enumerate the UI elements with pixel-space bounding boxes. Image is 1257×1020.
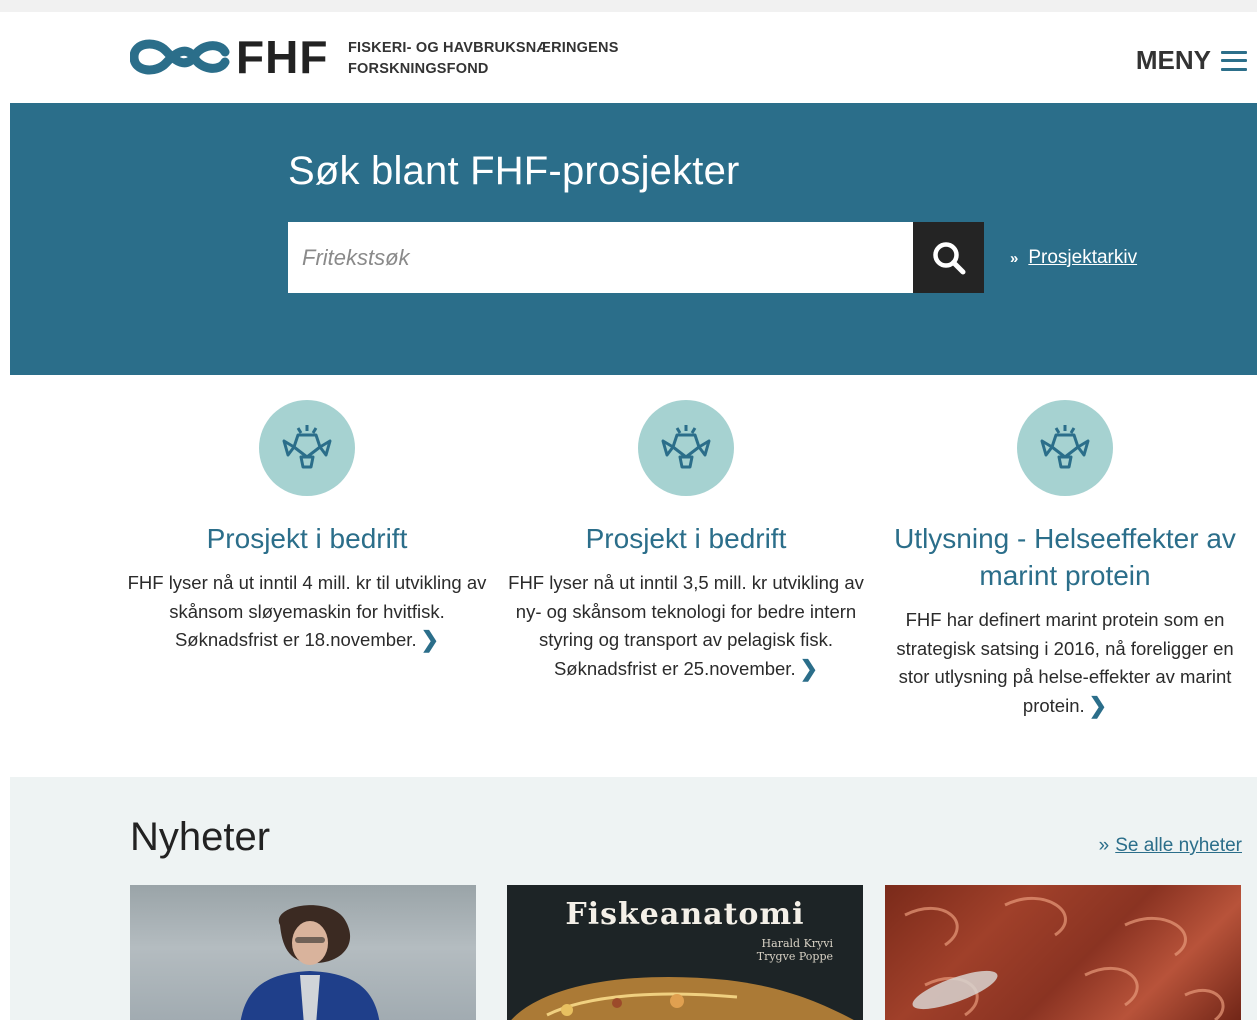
feature-card: Utlysning - Helseeffekter av marint prot… <box>884 375 1246 720</box>
see-all-news-wrap: » Se alle nyheter <box>1099 835 1242 857</box>
hamburger-icon <box>1221 50 1247 71</box>
fish-lightbulb-icon <box>259 400 355 496</box>
hero-search-section: Søk blant FHF-prosjekter » Prosjektarkiv <box>10 103 1257 375</box>
chevron-right-icon[interactable]: ❯ <box>421 626 439 655</box>
tagline-line-2: FORSKNINGSFOND <box>348 61 489 77</box>
fish-lightbulb-icon <box>638 400 734 496</box>
chevron-right-icon[interactable]: ❯ <box>1089 692 1107 721</box>
news-heading: Nyheter <box>130 815 271 859</box>
person-photo-image <box>240 905 380 1020</box>
site-header: FHF FISKERI- OG HAVBRUKSNÆRINGENS FORSKN… <box>10 12 1257 103</box>
logo-wordmark: FHF <box>236 31 329 83</box>
search-input[interactable] <box>288 222 913 293</box>
see-all-news-link[interactable]: Se alle nyheter <box>1115 835 1242 857</box>
double-chevron-right-icon: » <box>1098 835 1110 856</box>
feature-card: Prosjekt i bedrift FHF lyser nå ut innti… <box>127 375 487 655</box>
fhf-wave-logo-icon <box>130 39 230 75</box>
menu-label: MENY <box>1135 45 1211 75</box>
search-icon <box>932 241 965 274</box>
feature-text: FHF har definert marint protein som en s… <box>884 606 1246 720</box>
search-button[interactable] <box>913 222 984 293</box>
project-archive-link[interactable]: Prosjektarkiv <box>1028 247 1137 269</box>
feature-title[interactable]: Utlysning - Helseeffekter av marint prot… <box>884 520 1246 594</box>
page: FHF FISKERI- OG HAVBRUKSNÆRINGENS FORSKN… <box>10 12 1257 1020</box>
menu-button[interactable]: MENY <box>1136 45 1247 76</box>
tagline-line-1: FISKERI- OG HAVBRUKSNÆRINGENS <box>348 40 619 56</box>
news-card-image-person[interactable] <box>130 885 476 1020</box>
shrimp-photo-image <box>904 896 1225 1020</box>
news-card-book-cover[interactable]: Fiskeanatomi Harald Kryvi Trygve Poppe <box>507 885 863 1020</box>
feature-text: FHF lyser nå ut inntil 3,5 mill. kr utvi… <box>506 569 866 683</box>
feature-card: Prosjekt i bedrift FHF lyser nå ut innti… <box>506 375 866 683</box>
browser-top-strip <box>0 0 1257 12</box>
feature-title[interactable]: Prosjekt i bedrift <box>127 520 487 557</box>
feature-title[interactable]: Prosjekt i bedrift <box>506 520 866 557</box>
feature-text: FHF lyser nå ut inntil 4 mill. kr til ut… <box>127 569 487 655</box>
fish-illustration-image <box>511 977 854 1020</box>
features-section: Prosjekt i bedrift FHF lyser nå ut innti… <box>10 375 1257 775</box>
news-card-image-shrimp[interactable] <box>885 885 1241 1020</box>
news-section: Nyheter » Se alle nyheter Fiskeanatomi H… <box>10 777 1257 1020</box>
fhf-logo[interactable]: FHF <box>130 34 328 80</box>
hero-title: Søk blant FHF-prosjekter <box>288 149 740 193</box>
project-archive-link-wrap: » Prosjektarkiv <box>1010 247 1137 269</box>
feature-text-body: FHF har definert marint protein som en s… <box>896 609 1234 716</box>
logo-tagline: FISKERI- OG HAVBRUKSNÆRINGENS FORSKNINGS… <box>348 38 619 80</box>
double-chevron-right-icon: » <box>1010 249 1019 267</box>
chevron-right-icon[interactable]: ❯ <box>800 655 818 684</box>
fish-lightbulb-icon <box>1017 400 1113 496</box>
